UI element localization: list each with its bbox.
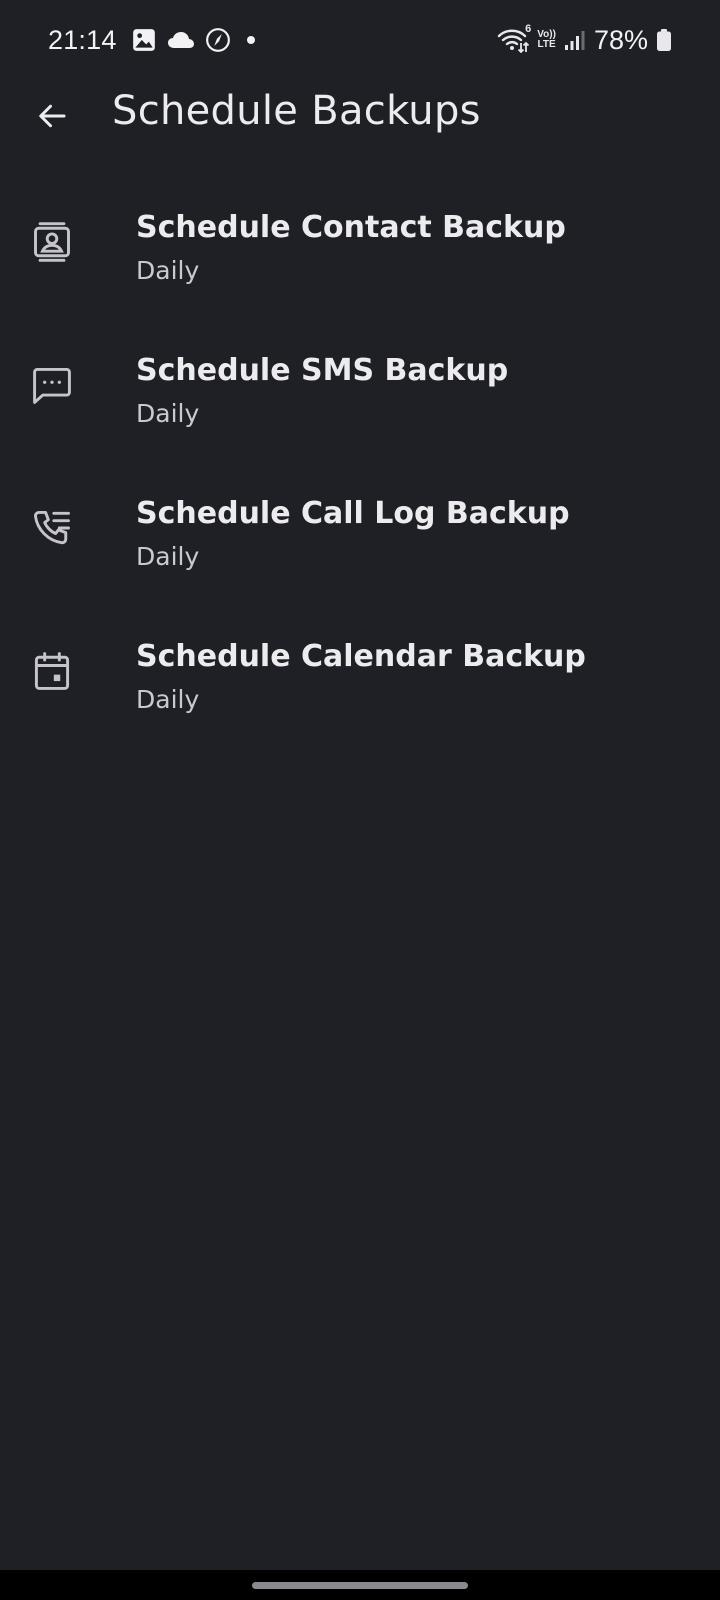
navigation-bar	[0, 1570, 720, 1600]
call-log-icon	[30, 506, 74, 550]
item-subtitle: Daily	[136, 685, 200, 714]
notification-dot-icon	[241, 30, 261, 50]
status-left: 21:14	[48, 22, 261, 58]
list-item-sms-backup[interactable]: Schedule SMS Backup Daily	[0, 333, 720, 476]
lte-label: LTE	[537, 39, 556, 50]
calendar-icon	[30, 649, 74, 693]
screen: 21:14 6 Vo)) LTE 78% Schedule Backups Sc…	[0, 0, 720, 1600]
app-bar: Schedule Backups	[0, 80, 720, 152]
status-bar: 21:14 6 Vo)) LTE 78%	[0, 0, 720, 80]
battery-percent: 78%	[593, 24, 648, 55]
wifi-icon: 6	[497, 23, 531, 53]
gallery-icon	[131, 27, 157, 53]
compass-icon	[205, 27, 231, 53]
item-title: Schedule Contact Backup	[136, 210, 566, 245]
item-subtitle: Daily	[136, 542, 200, 571]
list-item-contact-backup[interactable]: Schedule Contact Backup Daily	[0, 190, 720, 333]
item-subtitle: Daily	[136, 399, 200, 428]
status-time: 21:14	[48, 24, 117, 55]
page-title: Schedule Backups	[112, 88, 481, 134]
item-title: Schedule Calendar Backup	[136, 639, 586, 674]
backup-schedule-list: Schedule Contact Backup Daily Schedule S…	[0, 190, 720, 762]
cloud-icon	[167, 29, 195, 51]
status-right: 6 Vo)) LTE 78%	[497, 22, 672, 58]
signal-icon	[564, 29, 586, 51]
contact-card-icon	[30, 220, 74, 264]
list-item-call-log-backup[interactable]: Schedule Call Log Backup Daily	[0, 476, 720, 619]
wifi-badge: 6	[525, 23, 532, 35]
volte-lte-icon: Vo)) LTE	[537, 30, 556, 50]
home-gesture-handle[interactable]	[252, 1582, 468, 1589]
back-button[interactable]	[24, 88, 80, 144]
battery-icon	[656, 28, 672, 52]
item-title: Schedule Call Log Backup	[136, 496, 570, 531]
message-icon	[30, 363, 74, 407]
arrow-back-icon	[34, 98, 70, 134]
list-item-calendar-backup[interactable]: Schedule Calendar Backup Daily	[0, 619, 720, 762]
item-subtitle: Daily	[136, 256, 200, 285]
item-title: Schedule SMS Backup	[136, 353, 509, 388]
